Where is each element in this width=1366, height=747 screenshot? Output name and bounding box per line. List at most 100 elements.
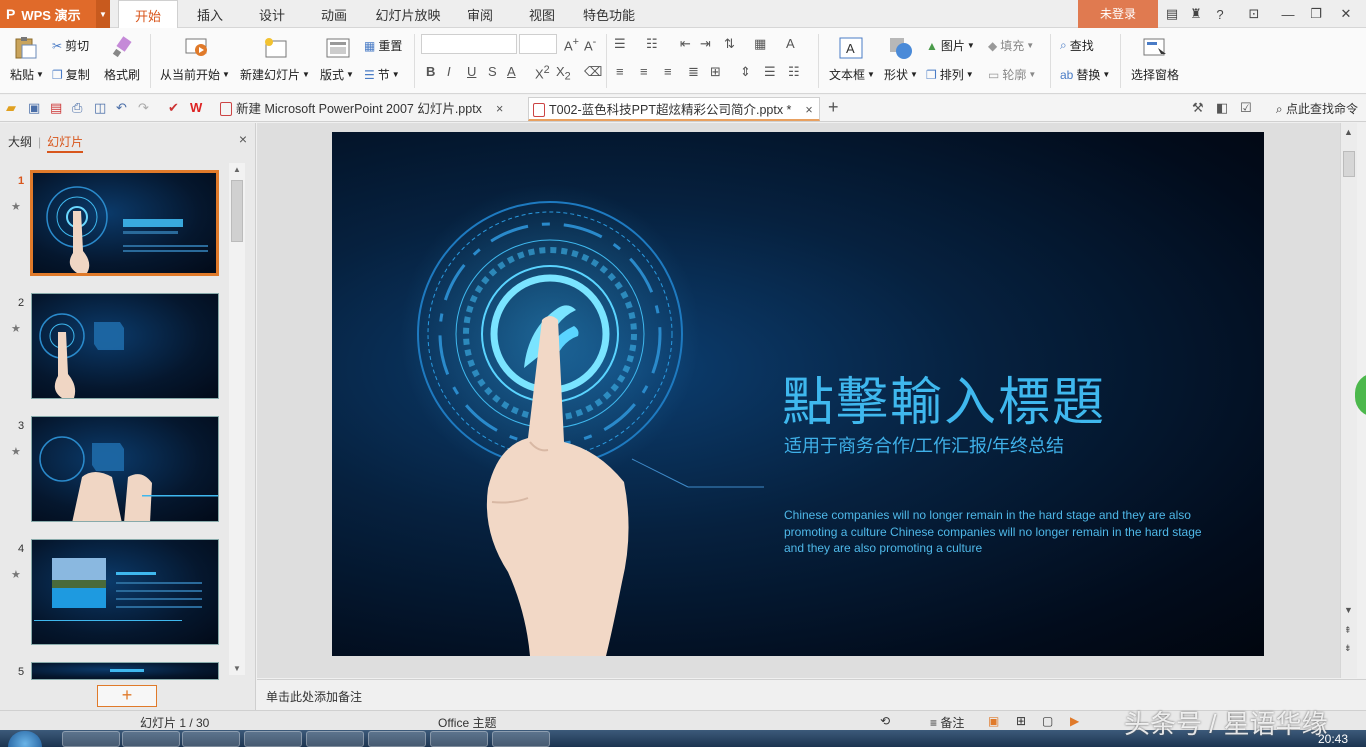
app-menu-button[interactable]: P WPS 演示 ▼ [0, 0, 110, 28]
tab-design[interactable]: 设计 [242, 0, 302, 28]
tab-slideshow[interactable]: 幻灯片放映 [366, 0, 450, 28]
selection-pane-icon[interactable] [1142, 36, 1168, 60]
print-preview-icon[interactable]: ◫ [94, 100, 106, 116]
italic-icon[interactable]: I [447, 64, 451, 79]
help-icon[interactable]: ? [1208, 4, 1232, 24]
align-right-icon[interactable]: ≡ [664, 64, 672, 79]
new-tab-button[interactable]: + [828, 97, 839, 118]
minimize-icon[interactable]: — [1278, 4, 1298, 24]
tab-review[interactable]: 审阅 [452, 0, 508, 28]
scrollbar-thumb[interactable] [1343, 151, 1355, 177]
bold-icon[interactable]: B [426, 64, 435, 79]
font-color-icon[interactable]: A [507, 64, 516, 79]
play-slide-icon[interactable] [184, 36, 210, 60]
reset-button[interactable]: ▦ 重置 [364, 37, 402, 54]
close-icon[interactable]: ✕ [1336, 4, 1356, 24]
numbered-list-icon[interactable]: ☷ [646, 36, 658, 52]
fill-button[interactable]: ◆ 填充 ▼ [988, 37, 1034, 54]
tab-outline[interactable]: 大纲 [8, 135, 32, 149]
slide-sorter-icon[interactable]: ⊞ [1016, 714, 1026, 728]
tool-icon[interactable]: ⚒ [1192, 100, 1204, 116]
slide-thumbnail-2[interactable] [31, 293, 219, 399]
wps-ppt-taskbar-icon[interactable] [430, 731, 488, 747]
textbox-icon[interactable]: A [838, 36, 864, 60]
redo-icon[interactable]: ↷ [138, 100, 149, 116]
textbox-button[interactable]: 文本框 ▼ [829, 66, 875, 83]
new-slide-icon[interactable] [262, 36, 288, 60]
shape-icon[interactable] [888, 36, 914, 60]
doc-tab-active[interactable]: T002-蓝色科技PPT超炫精彩公司简介.pptx * × [528, 97, 820, 121]
slide-title[interactable]: 點擊輸入標題 [782, 360, 1106, 435]
wps-icon[interactable]: W [190, 100, 202, 115]
reading-view-icon[interactable]: ▢ [1042, 714, 1053, 728]
decrease-indent-icon[interactable]: ⇤ [680, 36, 691, 52]
current-slide[interactable]: 點擊輸入標題 适用于商务合作/工作汇报/年终总结 Chinese compani… [332, 132, 1264, 656]
bullet-list-icon[interactable]: ☰ [614, 36, 626, 52]
scroll-up-icon[interactable]: ▲ [1344, 127, 1353, 137]
next-slide-icon[interactable]: ⇟ [1344, 643, 1352, 654]
text-effect-icon[interactable]: A [786, 36, 795, 51]
undo-icon[interactable]: ↶ [116, 100, 127, 116]
thumbnail-scrollbar[interactable]: ▲ ▼ [229, 163, 245, 675]
text-direction-icon[interactable]: ⇅ [724, 36, 735, 52]
scroll-down-icon[interactable]: ▼ [1344, 605, 1353, 615]
paste-icon[interactable] [12, 36, 38, 60]
columns-icon[interactable]: ▦ [754, 36, 766, 52]
slide-thumbnail-1[interactable] [30, 170, 219, 276]
close-icon[interactable]: × [239, 131, 247, 147]
para-spacing-icon[interactable]: ☰ [764, 64, 776, 80]
slide-thumbnail-5[interactable] [31, 662, 219, 680]
ie-taskbar-icon[interactable] [62, 731, 120, 747]
tab-slides[interactable]: 幻灯片 [47, 135, 84, 153]
brush-icon[interactable] [110, 36, 136, 60]
font-size-select[interactable] [519, 34, 557, 54]
close-icon[interactable]: × [496, 102, 503, 116]
history-icon[interactable]: ⟲ [880, 714, 890, 728]
cut-button[interactable]: ✂ 剪切 [52, 37, 89, 54]
align-left-icon[interactable]: ≡ [616, 64, 624, 79]
shirt-icon[interactable]: ♜ [1186, 4, 1206, 24]
scroll-up-icon[interactable]: ▲ [233, 165, 241, 174]
from-current-button[interactable]: 从当前开始 ▼ [160, 66, 230, 83]
find-command[interactable]: ⌕ 点此查找命令 [1276, 100, 1358, 117]
shape-button[interactable]: 形状 ▼ [884, 66, 918, 83]
wps-doc-taskbar-icon[interactable] [492, 731, 550, 747]
pin-icon[interactable]: ✔ [168, 100, 179, 116]
start-button[interactable] [8, 731, 42, 747]
section-button[interactable]: ☰ 节 ▼ [364, 66, 400, 83]
slide-subtitle[interactable]: 适用于商务合作/工作汇报/年终总结 [784, 432, 1064, 458]
check-icon[interactable]: ☑ [1240, 100, 1252, 116]
app-taskbar-icon[interactable] [182, 731, 240, 747]
wps-sheet-taskbar-icon[interactable] [368, 731, 426, 747]
layout-icon[interactable] [325, 36, 351, 60]
prev-slide-icon[interactable]: ⇞ [1344, 625, 1352, 636]
line-spacing-icon[interactable]: ⇕ [740, 64, 751, 80]
tab-insert[interactable]: 插入 [180, 0, 240, 28]
subscript-icon[interactable]: X2 [556, 64, 571, 83]
slide-body-text[interactable]: Chinese companies will no longer remain … [784, 507, 1204, 557]
new-slide-button[interactable]: 新建幻灯片 ▼ [240, 66, 310, 83]
print-icon[interactable]: ⎙ [72, 100, 82, 116]
scrollbar-thumb[interactable] [231, 180, 243, 242]
shadow-icon[interactable]: S [488, 64, 497, 79]
format-painter-button[interactable]: 格式刷 [104, 66, 140, 83]
chevron-down-icon[interactable]: ▼ [96, 0, 110, 28]
selection-pane-button[interactable]: 选择窗格 [1131, 66, 1179, 83]
photoshop-taskbar-icon[interactable] [244, 731, 302, 747]
justify-icon[interactable]: ≣ [688, 64, 699, 80]
doc-icon[interactable]: ◧ [1216, 100, 1228, 116]
slideshow-icon[interactable]: ▶ [1070, 714, 1079, 728]
save-icon[interactable]: ▣ [28, 100, 40, 116]
layout-button[interactable]: 版式 ▼ [320, 66, 354, 83]
picture-button[interactable]: ▲ 图片 ▼ [926, 37, 975, 54]
increase-indent-icon[interactable]: ⇥ [700, 36, 711, 52]
folder-taskbar-icon[interactable] [122, 731, 180, 747]
login-button[interactable]: 未登录 [1078, 0, 1158, 28]
close-icon[interactable]: × [805, 103, 812, 117]
clear-format-icon[interactable]: ⌫ [584, 64, 602, 80]
grow-font-icon[interactable]: A+ [564, 36, 579, 53]
copy-button[interactable]: ❐ 复制 [52, 66, 90, 83]
underline-icon[interactable]: U [467, 64, 476, 79]
skin-icon[interactable]: ▤ [1162, 4, 1182, 24]
outline-button[interactable]: ▭ 轮廓 ▼ [988, 66, 1036, 83]
